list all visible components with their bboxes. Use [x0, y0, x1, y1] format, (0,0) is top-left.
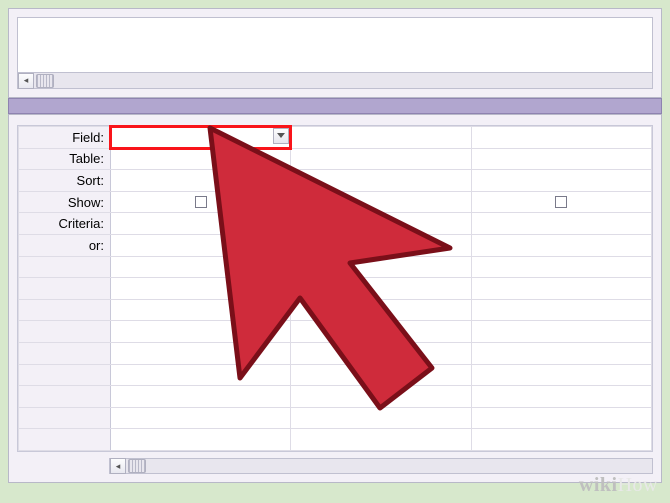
- chevron-down-icon: [277, 131, 285, 141]
- sort-cell-2[interactable]: [471, 170, 651, 192]
- label-blank: [19, 342, 111, 364]
- show-cell-1[interactable]: [291, 191, 471, 213]
- blank-cell[interactable]: [291, 386, 471, 408]
- criteria-cell-0[interactable]: [111, 213, 291, 235]
- blank-cell[interactable]: [471, 256, 651, 278]
- blank-cell[interactable]: [111, 364, 291, 386]
- label-field: Field:: [19, 127, 111, 149]
- table-cell-2[interactable]: [471, 148, 651, 170]
- lower-h-scrollbar[interactable]: ◂: [109, 458, 653, 474]
- table-cell-1[interactable]: [291, 148, 471, 170]
- blank-cell[interactable]: [471, 429, 651, 451]
- upper-h-scrollbar[interactable]: ◂: [18, 72, 652, 88]
- label-or: or:: [19, 234, 111, 256]
- show-checkbox-2[interactable]: [555, 196, 567, 208]
- label-blank: [19, 429, 111, 451]
- blank-cell[interactable]: [291, 321, 471, 343]
- criteria-cell-2[interactable]: [471, 213, 651, 235]
- label-blank: [19, 386, 111, 408]
- blank-cell[interactable]: [471, 386, 651, 408]
- scroll-left-arrow-icon[interactable]: ◂: [18, 73, 34, 89]
- label-blank: [19, 299, 111, 321]
- scroll-left-arrow-icon[interactable]: ◂: [110, 458, 126, 474]
- blank-cell[interactable]: [111, 299, 291, 321]
- blank-cell[interactable]: [291, 278, 471, 300]
- blank-cell[interactable]: [471, 407, 651, 429]
- arrow-glyph: ◂: [116, 461, 121, 472]
- field-cell-2[interactable]: [471, 127, 651, 149]
- upper-panel-content: ◂: [17, 17, 653, 89]
- blank-cell[interactable]: [291, 299, 471, 321]
- field-dropdown-button[interactable]: [273, 128, 289, 144]
- blank-cell[interactable]: [471, 278, 651, 300]
- scroll-grip-icon[interactable]: [128, 459, 146, 473]
- blank-cell[interactable]: [291, 429, 471, 451]
- label-blank: [19, 278, 111, 300]
- label-blank: [19, 407, 111, 429]
- query-design-grid: Field: Table:: [17, 125, 653, 452]
- blank-cell[interactable]: [291, 364, 471, 386]
- lower-panel: Field: Table:: [8, 114, 662, 483]
- blank-cell[interactable]: [111, 429, 291, 451]
- blank-cell[interactable]: [111, 386, 291, 408]
- blank-cell[interactable]: [111, 342, 291, 364]
- upper-panel: ◂: [8, 8, 662, 98]
- arrow-glyph: ◂: [24, 75, 29, 86]
- watermark-wiki: wiki: [579, 474, 618, 496]
- query-table: Field: Table:: [18, 126, 652, 451]
- criteria-cell-1[interactable]: [291, 213, 471, 235]
- show-cell-2[interactable]: [471, 191, 651, 213]
- label-blank: [19, 321, 111, 343]
- blank-cell[interactable]: [291, 256, 471, 278]
- or-cell-1[interactable]: [291, 234, 471, 256]
- splitter-bar[interactable]: [8, 98, 662, 114]
- blank-cell[interactable]: [111, 278, 291, 300]
- watermark: wikiHow: [579, 474, 658, 497]
- label-criteria: Criteria:: [19, 213, 111, 235]
- field-cell-0[interactable]: [111, 127, 291, 149]
- blank-cell[interactable]: [291, 342, 471, 364]
- watermark-how: How: [618, 474, 658, 496]
- sort-cell-0[interactable]: [111, 170, 291, 192]
- label-table: Table:: [19, 148, 111, 170]
- table-cell-0[interactable]: [111, 148, 291, 170]
- show-checkbox-0[interactable]: [195, 196, 207, 208]
- highlight-outline: [109, 125, 292, 150]
- field-cell-1[interactable]: [291, 127, 471, 149]
- label-blank: [19, 364, 111, 386]
- blank-cell[interactable]: [471, 342, 651, 364]
- blank-cell[interactable]: [471, 299, 651, 321]
- blank-cell[interactable]: [291, 407, 471, 429]
- blank-cell[interactable]: [111, 256, 291, 278]
- blank-cell[interactable]: [111, 407, 291, 429]
- or-cell-0[interactable]: [111, 234, 291, 256]
- label-blank: [19, 256, 111, 278]
- blank-cell[interactable]: [111, 321, 291, 343]
- blank-cell[interactable]: [471, 321, 651, 343]
- label-sort: Sort:: [19, 170, 111, 192]
- show-cell-0[interactable]: [111, 191, 291, 213]
- or-cell-2[interactable]: [471, 234, 651, 256]
- label-show: Show:: [19, 191, 111, 213]
- blank-cell[interactable]: [471, 364, 651, 386]
- sort-cell-1[interactable]: [291, 170, 471, 192]
- scroll-grip-icon[interactable]: [36, 74, 54, 88]
